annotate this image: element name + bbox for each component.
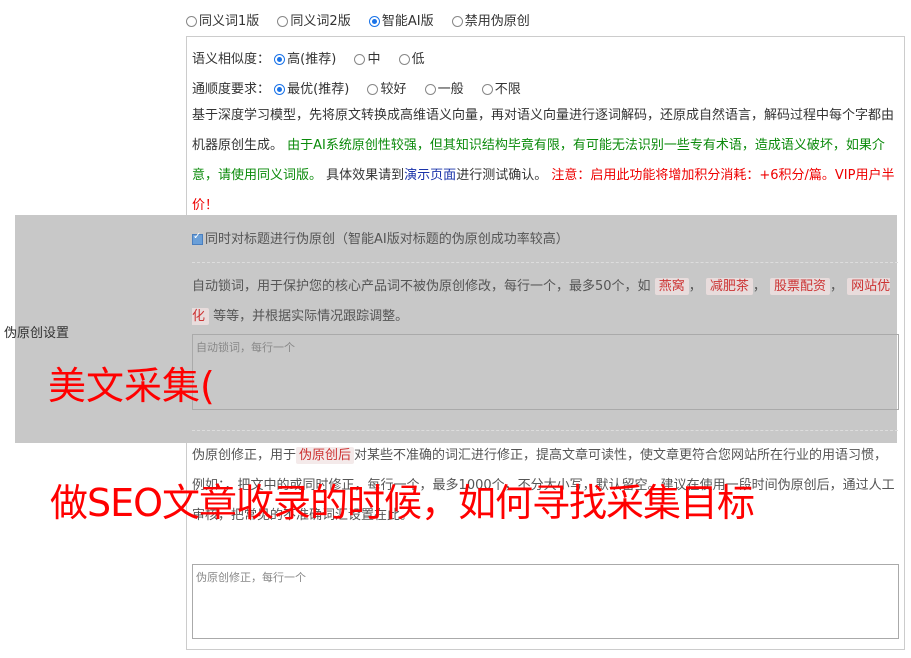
similarity-label: 语义相似度：	[192, 52, 271, 67]
radio-icon	[451, 16, 463, 27]
example-tag: 减肥茶	[705, 278, 753, 295]
radio-version-synonym2[interactable]: 同义词2版	[277, 14, 351, 29]
radio-fluency-any[interactable]: 不限	[481, 82, 521, 97]
radio-icon	[398, 54, 410, 65]
radio-icon	[354, 54, 366, 65]
lock-words-description: 自动锁词，用于保护您的核心产品词不被伪原创修改，每行一个，最多50个，如 燕窝，…	[192, 278, 891, 325]
radio-icon	[277, 16, 289, 27]
divider	[192, 262, 898, 263]
radio-icon	[367, 84, 379, 95]
divider	[192, 430, 898, 431]
example-tag: 燕窝	[654, 278, 689, 295]
fluency-row: 通顺度要求： 最优(推荐) 较好 一般 不限	[192, 78, 535, 97]
radio-selected-icon	[274, 84, 286, 95]
ai-description: 基于深度学习模型，先将原文转换成高维语义向量，再对语义向量进行逐词解码，还原成自…	[192, 108, 895, 213]
similarity-row: 语义相似度： 高(推荐) 中 低	[192, 48, 439, 67]
radio-similarity-mid[interactable]: 中	[354, 52, 380, 67]
demo-page-link[interactable]: 演示页面	[404, 168, 456, 183]
radio-version-ai[interactable]: 智能AI版	[368, 14, 434, 29]
fluency-label: 通顺度要求：	[192, 82, 271, 97]
radio-icon	[186, 16, 197, 27]
radio-similarity-low[interactable]: 低	[398, 52, 425, 67]
correction-textarea[interactable]: 伪原创修正，每行一个	[192, 564, 899, 639]
example-tag: 股票配资	[770, 278, 831, 295]
version-radio-group: 同义词1版 同义词2版 智能AI版 禁用伪原创	[186, 10, 544, 29]
radio-fluency-best[interactable]: 最优(推荐)	[274, 82, 349, 97]
radio-icon	[481, 84, 493, 95]
lock-words-textarea[interactable]: 自动锁词，每行一个	[192, 334, 899, 410]
example-tag: 伪原创后	[296, 447, 355, 464]
radio-fluency-normal[interactable]: 一般	[424, 82, 464, 97]
radio-similarity-high[interactable]: 高(推荐)	[274, 52, 336, 67]
checkbox-checked-icon[interactable]	[192, 231, 203, 245]
radio-version-disable[interactable]: 禁用伪原创	[451, 14, 530, 29]
radio-icon	[424, 84, 436, 95]
radio-selected-icon	[274, 54, 286, 65]
radio-selected-icon	[368, 16, 380, 27]
overlay-title-1: 美文采集(	[48, 364, 215, 408]
radio-version-synonym1[interactable]: 同义词1版	[186, 14, 259, 29]
radio-fluency-good[interactable]: 较好	[367, 82, 406, 97]
section-label: 伪原创设置	[4, 326, 70, 341]
overlay-title-2: 做SEO文章收录的时候，如何寻找采集目标	[50, 481, 755, 525]
title-option-row[interactable]: 同时对标题进行伪原创（智能AI版对标题的伪原创成功率较高）	[192, 228, 569, 247]
